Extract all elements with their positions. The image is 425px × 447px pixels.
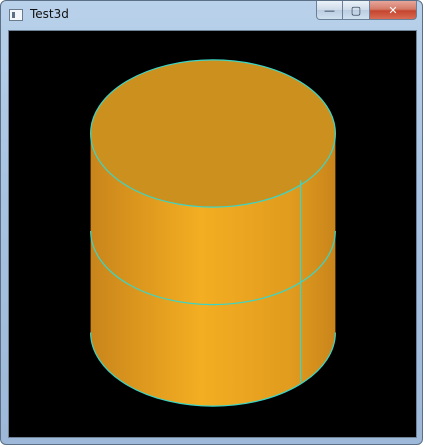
- minimize-icon: —: [324, 3, 335, 17]
- window-icon[interactable]: [9, 9, 23, 21]
- title-bar[interactable]: Test3d — ▢ ✕: [1, 1, 422, 30]
- app-window: Test3d — ▢ ✕: [0, 0, 423, 445]
- close-button[interactable]: ✕: [370, 1, 417, 20]
- maximize-button[interactable]: ▢: [343, 1, 370, 20]
- window-title: Test3d: [30, 7, 69, 21]
- close-icon: ✕: [388, 3, 398, 17]
- cylinder-top-face: [90, 59, 336, 208]
- 3d-scene: [9, 31, 416, 437]
- minimize-button[interactable]: —: [316, 1, 343, 20]
- window-controls: — ▢ ✕: [316, 1, 417, 22]
- maximize-icon: ▢: [350, 3, 362, 17]
- cylinder: [90, 59, 336, 407]
- render-viewport[interactable]: [8, 30, 417, 438]
